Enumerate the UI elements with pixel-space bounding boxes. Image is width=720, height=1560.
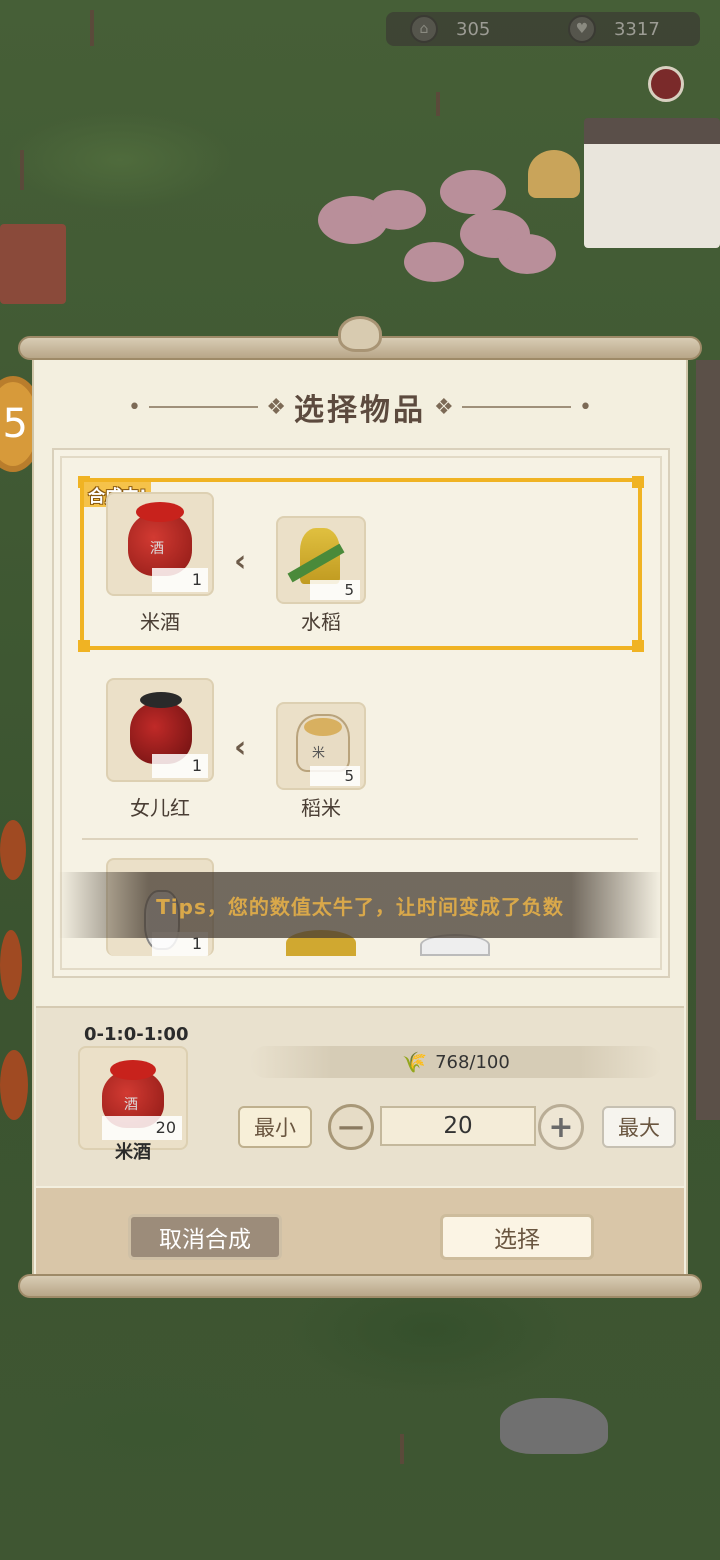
autumn-tree — [0, 930, 22, 1000]
highlight-corner — [78, 640, 90, 652]
output-name: 米酒 — [140, 610, 180, 634]
house-building — [584, 118, 720, 248]
jar-cloth-lid — [136, 502, 184, 522]
input-count: 5 — [310, 766, 360, 786]
resource-bar: ⌂ 305 ♥ 3317 — [386, 12, 700, 46]
input-name: 稻米 — [301, 796, 341, 820]
plus-icon: + — [548, 1109, 574, 1145]
max-button[interactable]: 最大 — [602, 1106, 676, 1148]
output-slot-nuer-hong[interactable]: 1 — [106, 678, 214, 782]
rice-sack-icon: 米 — [296, 714, 350, 772]
autumn-tree — [0, 820, 26, 880]
quantity-input[interactable]: 20 — [380, 1106, 536, 1146]
list-divider — [82, 838, 638, 840]
craft-item-name: 米酒 — [115, 1142, 151, 1163]
side-badge-value: 5 — [2, 401, 28, 447]
input-count: 5 — [310, 580, 360, 600]
rice-grains — [304, 718, 342, 736]
house-icon: ⌂ — [410, 15, 438, 43]
requirement-value: 768/100 — [435, 1051, 510, 1073]
blossom-tree — [404, 242, 464, 282]
rice-stalk-icon — [287, 528, 345, 584]
map-marker-icon[interactable] — [648, 66, 684, 102]
title-swirl-left-icon: ❖ — [266, 394, 286, 420]
jar-cloth-lid — [110, 1060, 156, 1080]
title-line-left — [148, 406, 259, 408]
title-ornament-left: • — [128, 394, 141, 420]
blossom-tree — [440, 170, 506, 214]
scroll-bottom-rod — [18, 1274, 702, 1298]
output-name: 女儿红 — [130, 796, 190, 820]
chevron-left-icon: ‹ — [234, 544, 247, 579]
dialog-title: 选择物品 — [294, 393, 426, 428]
decrease-button[interactable]: — — [328, 1104, 374, 1150]
output-slot-rice-wine[interactable]: 酒 1 — [106, 492, 214, 596]
title-line-right — [461, 406, 572, 408]
input-name: 水稻 — [301, 610, 341, 634]
rice-stalk-icon: 🌾 — [402, 1050, 428, 1074]
bare-tree — [436, 92, 440, 116]
haystack-hut — [528, 150, 580, 198]
blossom-tree — [498, 234, 556, 274]
select-button[interactable]: 选择 — [440, 1214, 594, 1260]
title-row: • ❖ 选择物品 ❖ • — [120, 384, 600, 430]
resource-2-value: 3317 — [613, 18, 660, 40]
cancel-craft-button[interactable]: 取消合成 — [128, 1214, 282, 1260]
title-ornament-right: • — [579, 394, 592, 420]
output-count: 1 — [152, 754, 208, 778]
input-slot-rice-paddy[interactable]: 5 — [276, 516, 366, 604]
resource-1[interactable]: ⌂ 305 — [386, 12, 542, 46]
input-slot-polished-rice[interactable]: 米 5 — [276, 702, 366, 790]
rice-wine-jar-icon: 酒 — [128, 502, 192, 576]
toast-message: Tips，您的数值太牛了，让时间变成了负数 — [58, 872, 662, 938]
minus-icon: — — [338, 1112, 364, 1142]
scroll-knot — [338, 316, 382, 352]
title-swirl-right-icon: ❖ — [434, 394, 454, 420]
jar-label: 酒 — [124, 1097, 138, 1113]
craft-item-count: 20 — [102, 1116, 182, 1140]
bare-tree — [90, 10, 94, 46]
blossom-tree — [370, 190, 426, 230]
increase-button[interactable]: + — [538, 1104, 584, 1150]
craft-time: 0-1:0-1:00 — [84, 1024, 189, 1045]
rock — [500, 1398, 608, 1454]
autumn-tree — [0, 1050, 28, 1120]
jar-cap — [140, 692, 182, 708]
resource-2[interactable]: ♥ 3317 — [544, 12, 700, 46]
min-button[interactable]: 最小 — [238, 1106, 312, 1148]
heart-icon: ♥ — [567, 15, 596, 43]
wall-building — [696, 360, 720, 1120]
bare-tree — [400, 1434, 404, 1464]
bare-tree — [20, 150, 24, 190]
output-count: 1 — [152, 568, 208, 592]
shed-building — [0, 224, 66, 304]
jar-label: 酒 — [150, 541, 164, 557]
craft-item-slot[interactable]: 酒 20 — [78, 1046, 188, 1150]
highlight-corner — [632, 476, 644, 488]
sack-label: 米 — [312, 746, 326, 761]
highlight-corner — [632, 640, 644, 652]
requirement-bar: 🌾 768/100 — [250, 1046, 662, 1078]
chevron-left-icon: ‹ — [234, 730, 247, 765]
resource-1-value: 305 — [456, 18, 491, 40]
rice-leaf — [287, 543, 345, 583]
